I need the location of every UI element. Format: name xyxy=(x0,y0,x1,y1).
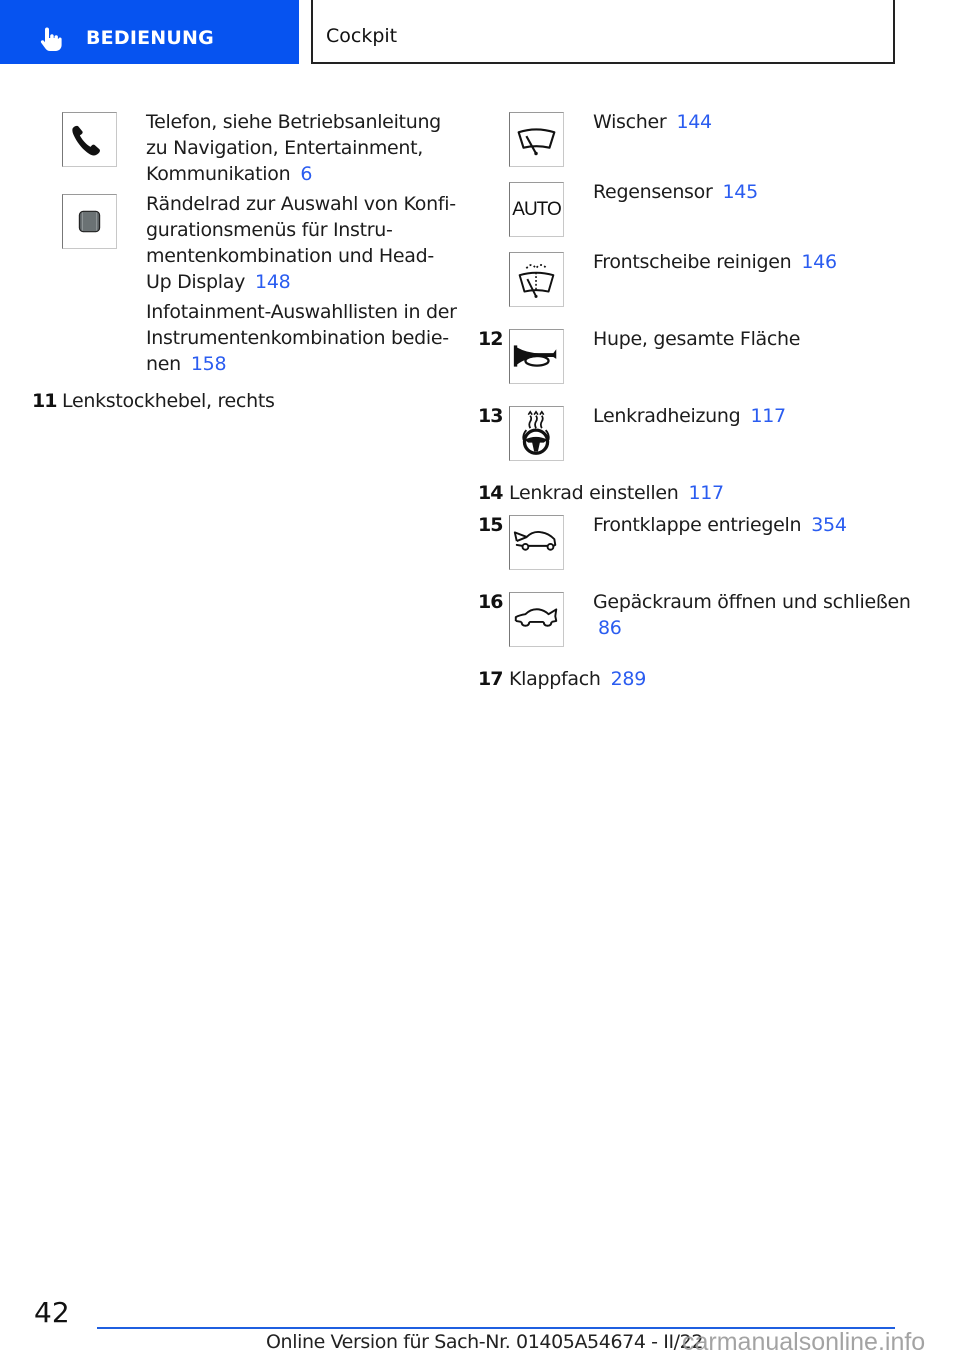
text-line: gurationsmenüs für Instru- xyxy=(146,219,393,241)
item-hupe: Hupe, gesamte Fläche xyxy=(593,328,801,350)
thumbwheel-icon xyxy=(78,210,101,233)
chapter-title: Cockpit xyxy=(326,25,398,47)
item-label: Gepäckraum öffnen und schließen xyxy=(593,591,911,613)
text-line: Up Display xyxy=(146,271,246,293)
item-number: 12 xyxy=(478,328,503,350)
text-line: Infotainment-Auswahllisten in der xyxy=(146,301,457,323)
item-frontklappe: Frontklappe entriegeln 354 xyxy=(593,512,847,538)
item-lenkstockhebel: Lenkstockhebel, rechts xyxy=(62,390,275,412)
text-line: Telefon, siehe Betriebsanleitung xyxy=(146,111,441,133)
item-label: Lenkradheizung xyxy=(593,405,741,427)
section-tab[interactable]: BEDIENUNG xyxy=(0,0,299,64)
item-label: Lenkrad einstellen xyxy=(509,482,679,504)
text-line: Rändelrad zur Auswahl von Konfi- xyxy=(146,193,456,215)
item-number: 11 xyxy=(32,390,57,412)
thumbwheel-icon-box xyxy=(62,194,117,249)
text-line: Kommunikation xyxy=(146,163,291,185)
footer-text: Online Version für Sach-Nr. 01405A54674 … xyxy=(266,1331,704,1353)
chapter-header: Cockpit xyxy=(311,0,895,64)
page-ref-link[interactable]: 86 xyxy=(598,617,622,639)
item-infotainment: Infotainment-Auswahllisten in der Instru… xyxy=(146,299,457,377)
item-regensensor: Regensensor 145 xyxy=(593,179,758,205)
page-ref-link[interactable]: 289 xyxy=(611,668,647,690)
hand-pointer-icon xyxy=(40,27,62,51)
horn-icon-box xyxy=(509,329,564,384)
item-label: Frontklappe entriegeln xyxy=(593,514,802,536)
washer-icon xyxy=(518,264,555,298)
item-frontscheibe: Frontscheibe reinigen 146 xyxy=(593,249,837,275)
watermark[interactable]: carmanualsonline.info xyxy=(682,1328,925,1357)
page-number: 42 xyxy=(34,1296,70,1329)
item-label: Regensensor xyxy=(593,181,713,203)
item-thumbwheel: Rändelrad zur Auswahl von Konfi- guratio… xyxy=(146,191,456,295)
page-ref-link[interactable]: 145 xyxy=(723,181,759,203)
auto-icon-box: AUTO xyxy=(509,182,564,237)
item-lenkrad-einstellen: Lenkrad einstellen 117 xyxy=(509,480,724,506)
horn-icon xyxy=(513,345,557,367)
item-number: 16 xyxy=(478,591,503,613)
front-hood-icon-box xyxy=(509,515,564,570)
item-wischer: Wischer 144 xyxy=(593,109,712,135)
item-label: Frontscheibe reinigen xyxy=(593,251,792,273)
text-line: Instrumentenkombination bedie- xyxy=(146,327,449,349)
wiper-icon-box xyxy=(509,112,564,167)
item-label: Wischer xyxy=(593,111,667,133)
page-ref-link[interactable]: 117 xyxy=(688,482,724,504)
item-telefon: Telefon, siehe Betriebsanleitung zu Navi… xyxy=(146,109,441,187)
steering-wheel-heating-icon xyxy=(522,410,550,455)
wiper-icon xyxy=(517,128,556,156)
page-ref-link[interactable]: 144 xyxy=(676,111,712,133)
section-label: BEDIENUNG xyxy=(86,27,214,49)
item-label: Klappfach xyxy=(509,668,601,690)
page-ref-link[interactable]: 158 xyxy=(191,353,227,375)
auto-rain-sensor-icon: AUTO xyxy=(512,199,561,220)
item-lenkradheizung: Lenkradheizung 117 xyxy=(593,403,786,429)
item-number: 17 xyxy=(478,668,503,690)
page-ref-link[interactable]: 148 xyxy=(255,271,291,293)
text-line: zu Navigation, Entertainment, xyxy=(146,137,424,159)
steering-heat-icon-box xyxy=(509,406,564,461)
text-line: mentenkombination und Head- xyxy=(146,245,434,267)
item-klappfach: Klappfach 289 xyxy=(509,666,646,692)
page-ref-link[interactable]: 6 xyxy=(300,163,312,185)
front-hood-icon xyxy=(513,530,557,551)
text-line: nen xyxy=(146,353,181,375)
page-ref-link[interactable]: 146 xyxy=(801,251,837,273)
item-number: 14 xyxy=(478,482,503,504)
washer-icon-box xyxy=(509,252,564,307)
trunk-icon xyxy=(514,608,558,627)
phone-icon-box xyxy=(62,112,117,167)
item-number: 15 xyxy=(478,514,503,536)
item-number: 13 xyxy=(478,405,503,427)
page-ref-link[interactable]: 354 xyxy=(811,514,847,536)
phone-icon xyxy=(72,125,100,156)
item-gepaeckraum: Gepäckraum öffnen und schließen 86 xyxy=(593,589,911,641)
page-ref-link[interactable]: 117 xyxy=(750,405,786,427)
trunk-icon-box xyxy=(509,592,564,647)
